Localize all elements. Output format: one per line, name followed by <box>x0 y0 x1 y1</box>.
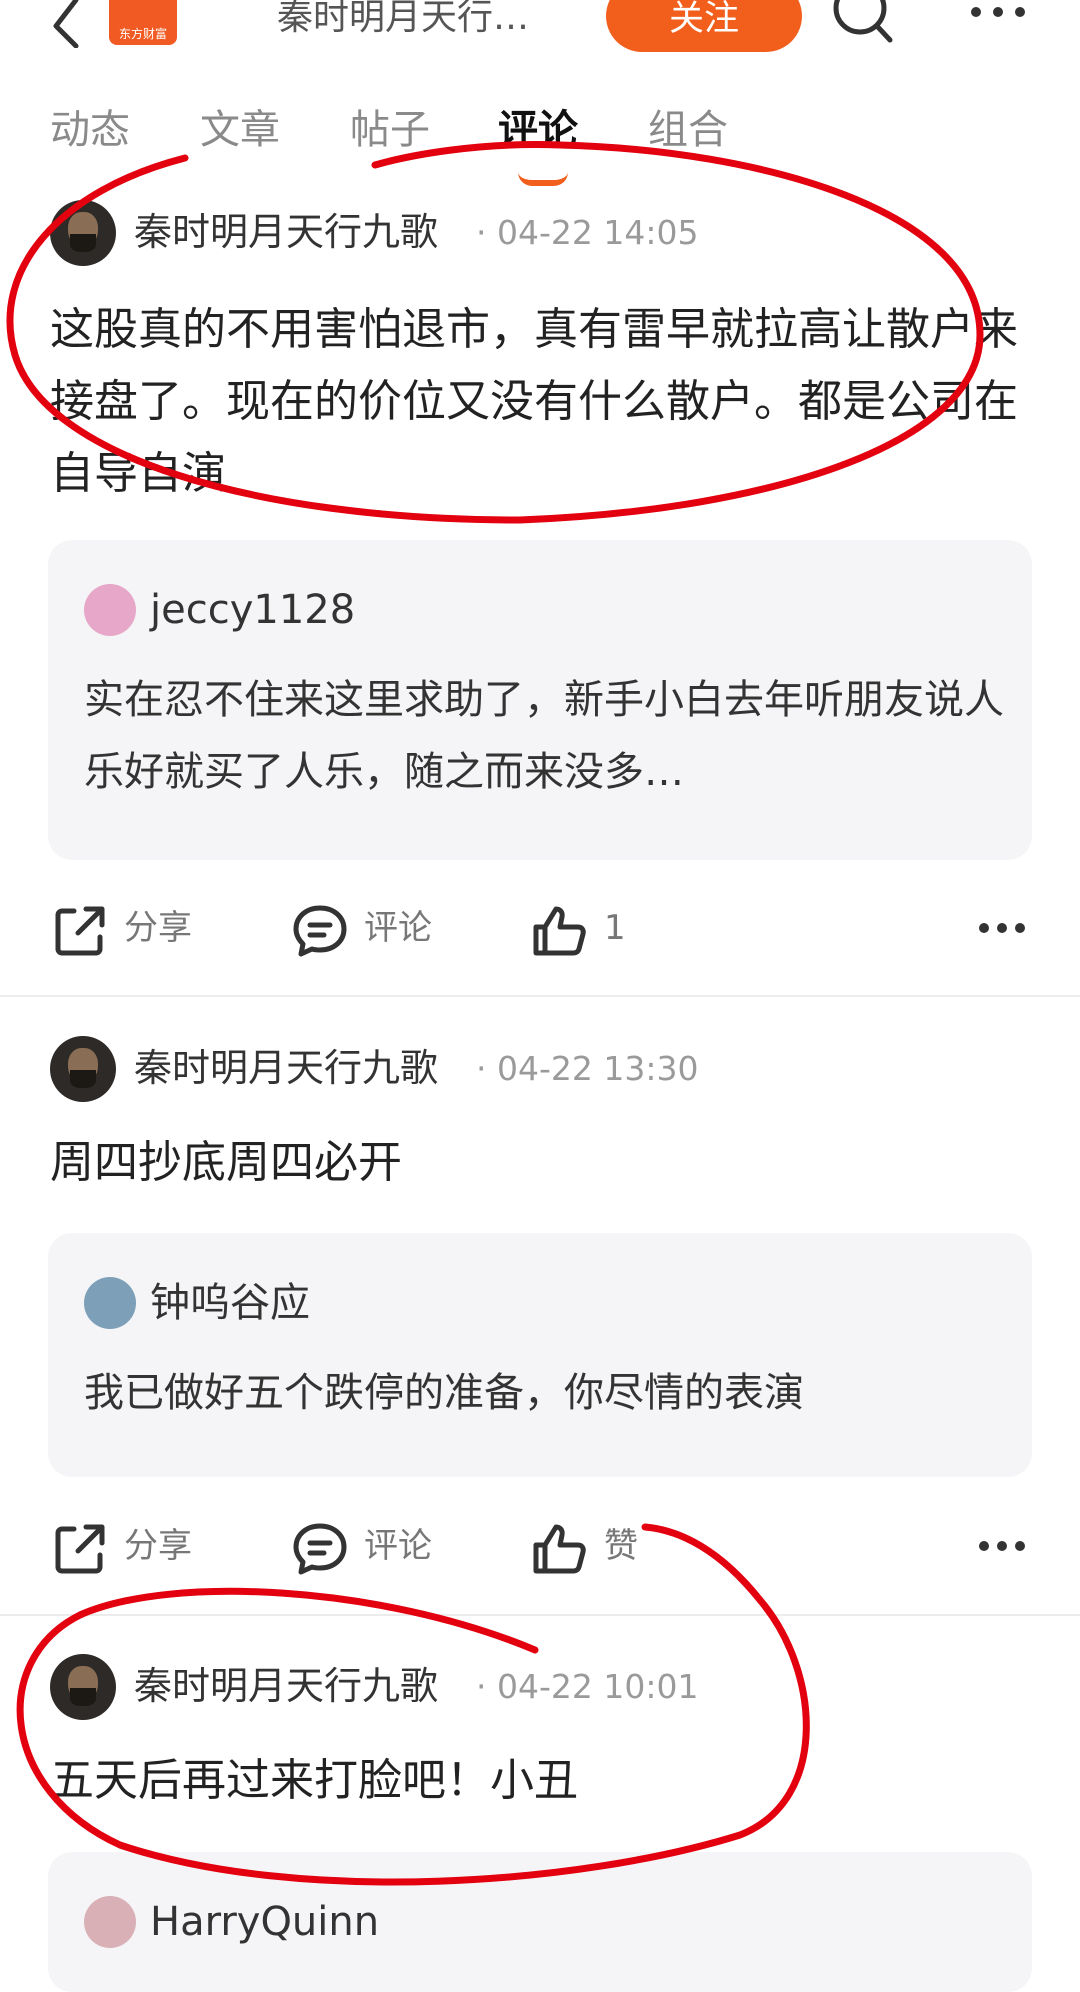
post-actions: 分享 评论 赞 <box>0 1511 1080 1581</box>
username[interactable]: 秦时明月天行九歌 <box>134 207 438 257</box>
divider <box>0 995 1080 997</box>
divider <box>0 1614 1080 1616</box>
follow-button[interactable]: 关注 <box>606 0 802 52</box>
post-content[interactable]: 这股真的不用害怕退市，真有雷早就拉高让散户来接盘了。现在的价位又没有什么散户。都… <box>50 294 1030 510</box>
quoted-text: 实在忍不住来这里求助了，新手小白去年听朋友说人乐好就买了人乐，随之而来没多… <box>84 677 1004 795</box>
like-button[interactable]: 赞 <box>532 1511 652 1581</box>
share-icon <box>55 906 105 956</box>
share-button[interactable]: 分享 <box>52 893 212 963</box>
quoted-text: 我已做好五个跌停的准备，你尽情的表演 <box>84 1370 804 1416</box>
tab-comments[interactable]: 评论 <box>498 105 578 155</box>
post-time: · 04-22 14:05 <box>476 213 699 252</box>
thumbs-up-icon <box>533 1524 586 1574</box>
search-icon[interactable] <box>830 0 894 46</box>
tab-articles[interactable]: 文章 <box>200 105 280 155</box>
like-count: 1 <box>604 908 626 948</box>
share-icon <box>55 1524 105 1574</box>
avatar[interactable] <box>50 200 116 266</box>
quoted-post[interactable]: HarryQuinn <box>48 1852 1032 1992</box>
share-label: 分享 <box>124 908 192 948</box>
more-options-icon[interactable] <box>978 1539 1026 1553</box>
post-time: · 04-22 13:30 <box>476 1049 699 1088</box>
avatar[interactable] <box>50 1654 116 1720</box>
post-actions: 分享 评论 1 <box>0 893 1080 963</box>
avatar[interactable] <box>50 1036 116 1102</box>
profile-tabs: 动态 文章 帖子 评论 组合 <box>0 105 1080 175</box>
quoted-username: 钟呜谷应 <box>150 1280 310 1326</box>
comment-label: 评论 <box>364 908 432 948</box>
quoted-username: jeccy1128 <box>150 587 356 633</box>
like-label: 赞 <box>604 1526 638 1566</box>
thumbs-up-icon <box>533 906 586 956</box>
username[interactable]: 秦时明月天行九歌 <box>134 1043 438 1093</box>
post-content[interactable]: 五天后再过来打脸吧！小丑 <box>50 1745 1030 1817</box>
like-button[interactable]: 1 <box>532 893 652 963</box>
page-title: 秦时明月天行… <box>277 0 530 38</box>
quoted-post[interactable]: jeccy1128 实在忍不住来这里求助了，新手小白去年听朋友说人乐好就买了人乐… <box>48 540 1032 860</box>
avatar <box>84 584 136 636</box>
back-arrow-icon[interactable] <box>44 0 84 48</box>
tab-dynamic[interactable]: 动态 <box>50 105 130 155</box>
username[interactable]: 秦时明月天行九歌 <box>134 1661 438 1711</box>
more-options-icon[interactable] <box>978 921 1026 935</box>
post-content[interactable]: 周四抄底周四必开 <box>50 1127 1030 1199</box>
share-label: 分享 <box>124 1526 192 1566</box>
active-tab-indicator <box>518 172 568 186</box>
tab-posts[interactable]: 帖子 <box>350 105 430 155</box>
avatar <box>84 1277 136 1329</box>
comment-button[interactable]: 评论 <box>292 1511 452 1581</box>
app-logo: 东方财富 <box>109 0 177 45</box>
comment-icon <box>293 905 347 957</box>
comment-icon <box>293 1523 347 1575</box>
top-bar: 东方财富 秦时明月天行… 关注 <box>0 0 1080 75</box>
quoted-username: HarryQuinn <box>150 1899 380 1945</box>
avatar <box>84 1896 136 1948</box>
more-icon[interactable] <box>968 4 1028 24</box>
tab-portfolio[interactable]: 组合 <box>648 105 728 155</box>
post-time: · 04-22 10:01 <box>476 1667 699 1706</box>
share-button[interactable]: 分享 <box>52 1511 212 1581</box>
comment-label: 评论 <box>364 1526 432 1566</box>
comment-button[interactable]: 评论 <box>292 893 452 963</box>
quoted-post[interactable]: 钟呜谷应 我已做好五个跌停的准备，你尽情的表演 <box>48 1233 1032 1477</box>
